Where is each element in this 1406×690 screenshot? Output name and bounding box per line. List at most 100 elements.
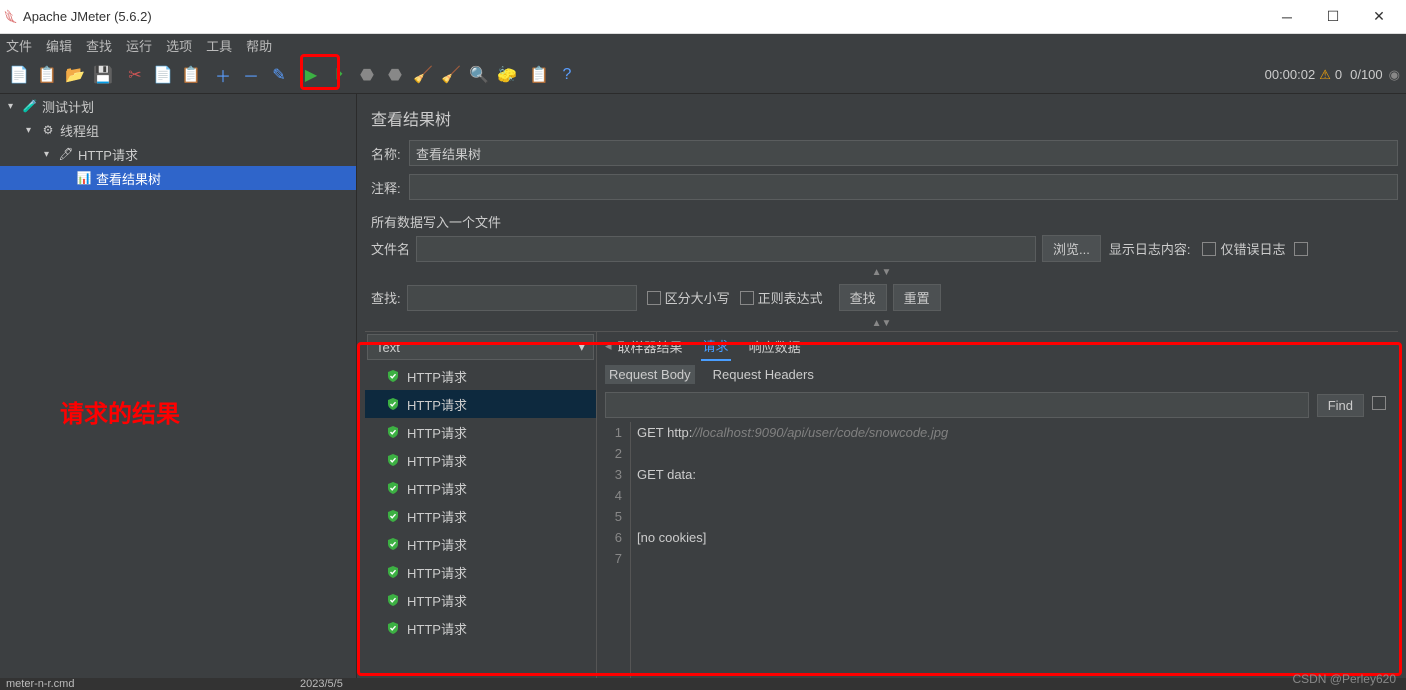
- close-button[interactable]: ✕: [1356, 2, 1402, 32]
- error-count: 0: [1335, 67, 1342, 82]
- tree-http-request[interactable]: ▾ 🖊 HTTP请求: [0, 142, 356, 166]
- scroll-left-icon[interactable]: ◂: [605, 338, 612, 354]
- collapse-handle-2[interactable]: ▲▼: [365, 317, 1398, 329]
- subtab-body[interactable]: Request Body: [605, 365, 695, 384]
- shutdown-icon[interactable]: ⬣: [382, 62, 408, 88]
- find-input[interactable]: [605, 392, 1309, 418]
- result-item[interactable]: HTTP请求: [365, 586, 596, 614]
- right-pane: 查看结果树 名称: 注释: 所有数据写入一个文件 文件名 浏览... 显示日志内…: [357, 94, 1406, 678]
- chevron-down-icon: ▾: [578, 339, 585, 355]
- tab-sampler[interactable]: 取样器结果: [616, 333, 685, 360]
- comment-input[interactable]: [409, 174, 1398, 200]
- menu-tools[interactable]: 工具: [206, 36, 232, 55]
- subtab-headers[interactable]: Request Headers: [709, 365, 818, 384]
- chevron-down-icon[interactable]: ▾: [44, 149, 58, 160]
- chevron-down-icon[interactable]: ▾: [26, 125, 40, 136]
- result-item[interactable]: HTTP请求: [365, 530, 596, 558]
- find-checkbox[interactable]: [1372, 396, 1386, 410]
- stop-icon[interactable]: ⬣: [354, 62, 380, 88]
- watermark: CSDN @Perley620: [1292, 672, 1396, 686]
- errors-only-checkbox[interactable]: [1202, 242, 1216, 256]
- pipette-icon: 🖊: [58, 146, 74, 162]
- find-button[interactable]: Find: [1317, 394, 1364, 417]
- filename-label: 文件名: [365, 239, 410, 258]
- save-icon[interactable]: 💾: [90, 62, 116, 88]
- tab-response[interactable]: 响应数据: [747, 333, 803, 360]
- shield-icon: [385, 480, 401, 496]
- shield-icon: [385, 452, 401, 468]
- regex-checkbox[interactable]: [740, 291, 754, 305]
- templates-icon[interactable]: 📋: [34, 62, 60, 88]
- menu-help[interactable]: 帮助: [246, 36, 272, 55]
- result-item[interactable]: HTTP请求: [365, 558, 596, 586]
- shield-icon: [385, 620, 401, 636]
- chevron-down-icon[interactable]: ▾: [8, 101, 22, 112]
- errors-only-label: 仅错误日志: [1220, 239, 1285, 258]
- shield-icon: [385, 396, 401, 412]
- chart-icon: 📊: [76, 170, 92, 186]
- paste-icon[interactable]: 📋: [178, 62, 204, 88]
- result-item[interactable]: HTTP请求: [365, 362, 596, 390]
- tree-pane: ▾ 🧪 测试计划 ▾ ⚙ 线程组 ▾ 🖊 HTTP请求 📊 查看结果树 请求的结…: [0, 94, 357, 678]
- regex-label: 正则表达式: [758, 288, 823, 307]
- log-show-label: 显示日志内容:: [1109, 239, 1191, 258]
- success-checkbox[interactable]: [1294, 242, 1308, 256]
- copy-icon[interactable]: 📄: [150, 62, 176, 88]
- run-annotation-box: [300, 54, 340, 90]
- tab-request[interactable]: 请求: [701, 332, 731, 361]
- collapse-icon[interactable]: －: [238, 62, 264, 88]
- filename-input[interactable]: [416, 236, 1036, 262]
- tree-test-plan[interactable]: ▾ 🧪 测试计划: [0, 94, 356, 118]
- reset-search-icon[interactable]: 🧽: [494, 62, 520, 88]
- clear-icon[interactable]: 🧹: [410, 62, 436, 88]
- menu-run[interactable]: 运行: [126, 36, 152, 55]
- clear-all-icon[interactable]: 🧹: [438, 62, 464, 88]
- menu-edit[interactable]: 编辑: [46, 36, 72, 55]
- result-item[interactable]: HTTP请求: [365, 446, 596, 474]
- warning-icon: ⚠: [1319, 67, 1331, 83]
- comment-label: 注释:: [365, 178, 409, 197]
- reset-button[interactable]: 重置: [893, 284, 941, 311]
- renderer-dropdown[interactable]: Text ▾: [367, 334, 594, 360]
- cut-icon[interactable]: ✂: [122, 62, 148, 88]
- write-file-label: 所有数据写入一个文件: [365, 208, 1398, 235]
- maximize-button[interactable]: ☐: [1310, 2, 1356, 32]
- result-item[interactable]: HTTP请求: [365, 614, 596, 642]
- search-label: 查找:: [365, 288, 407, 307]
- browse-button[interactable]: 浏览...: [1042, 235, 1101, 262]
- code-content[interactable]: GET http://localhost:9090/api/user/code/…: [631, 422, 1398, 678]
- toggle-icon[interactable]: ✎: [266, 62, 292, 88]
- toolbar: 📄 📋 📂 💾 ✂ 📄 📋 ＋ － ✎ ▶ ⏵ ⬣ ⬣ 🧹 🧹 🔍 🧽 📋 ? …: [0, 56, 1406, 94]
- open-icon[interactable]: 📂: [62, 62, 88, 88]
- new-icon[interactable]: 📄: [6, 62, 32, 88]
- result-item[interactable]: HTTP请求: [365, 474, 596, 502]
- shield-icon: [385, 564, 401, 580]
- name-input[interactable]: [409, 140, 1398, 166]
- result-list: HTTP请求HTTP请求HTTP请求HTTP请求HTTP请求HTTP请求HTTP…: [365, 362, 596, 678]
- tree-thread-group[interactable]: ▾ ⚙ 线程组: [0, 118, 356, 142]
- minimize-button[interactable]: ─: [1264, 2, 1310, 32]
- search-input[interactable]: [407, 285, 637, 311]
- name-label: 名称:: [365, 144, 409, 163]
- search-button[interactable]: 查找: [839, 284, 887, 311]
- menu-search[interactable]: 查找: [86, 36, 112, 55]
- gauge-icon: ◉: [1389, 67, 1400, 83]
- bottom-strip: meter-n-r.cmd 2023/5/5: [0, 678, 1406, 690]
- expand-icon[interactable]: ＋: [210, 62, 236, 88]
- result-item[interactable]: HTTP请求: [365, 390, 596, 418]
- line-gutter: 1234567: [597, 422, 631, 678]
- result-item[interactable]: HTTP请求: [365, 502, 596, 530]
- help-icon[interactable]: ?: [554, 62, 580, 88]
- shield-icon: [385, 368, 401, 384]
- menu-options[interactable]: 选项: [166, 36, 192, 55]
- collapse-handle[interactable]: ▲▼: [365, 266, 1398, 278]
- menu-file[interactable]: 文件: [6, 36, 32, 55]
- function-icon[interactable]: 📋: [526, 62, 552, 88]
- result-item[interactable]: HTTP请求: [365, 418, 596, 446]
- shield-icon: [385, 536, 401, 552]
- tree-view-results[interactable]: 📊 查看结果树: [0, 166, 356, 190]
- jmeter-icon: 𓆰: [4, 4, 17, 30]
- search-icon[interactable]: 🔍: [466, 62, 492, 88]
- thread-count: 0/100: [1350, 67, 1383, 82]
- case-checkbox[interactable]: [647, 291, 661, 305]
